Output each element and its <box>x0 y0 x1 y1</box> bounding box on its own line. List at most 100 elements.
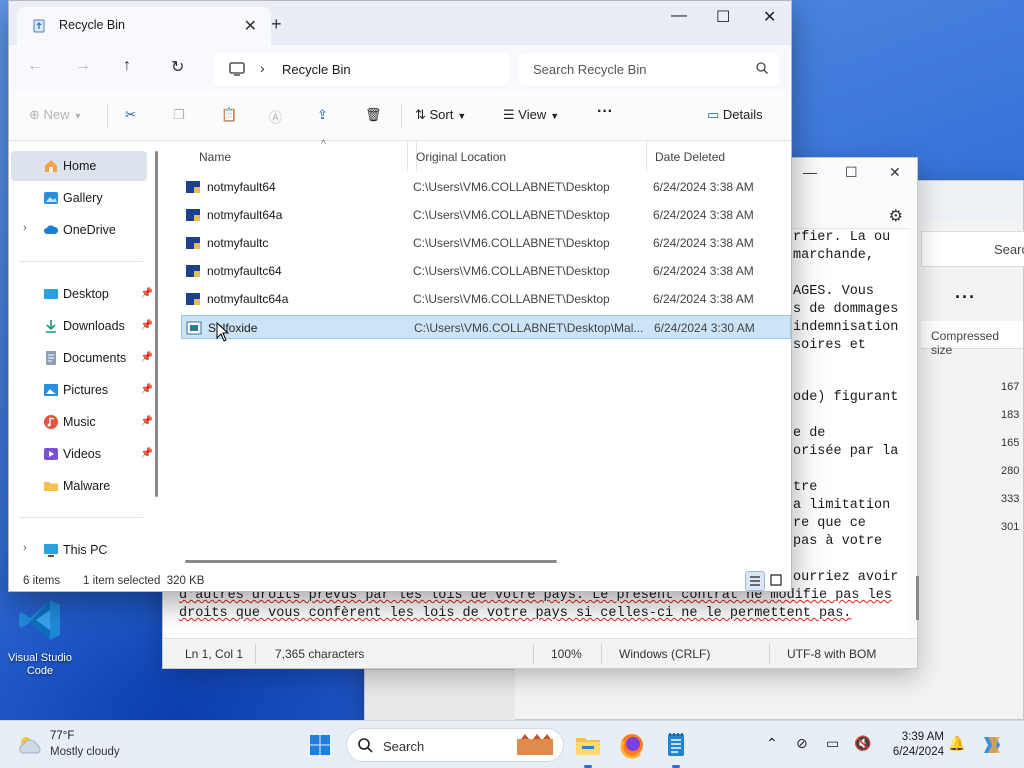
application-icon <box>186 293 200 305</box>
maximize-icon[interactable]: ☐ <box>716 7 730 27</box>
up-icon[interactable]: ↑ <box>123 57 131 75</box>
encoding[interactable]: UTF-8 with BOM <box>787 647 876 661</box>
network-disconnected-icon[interactable]: ⊘ <box>796 735 808 752</box>
minimize-icon[interactable]: — <box>803 164 817 180</box>
volume-muted-icon[interactable]: 🔇 <box>854 735 871 752</box>
notepad-icon[interactable] <box>660 729 692 761</box>
sidebar-item-desktop[interactable]: Desktop 📌 <box>11 279 153 309</box>
horizontal-scrollbar[interactable] <box>185 560 557 563</box>
sidebar-item-malware[interactable]: Malware <box>11 471 147 501</box>
background-search[interactable]: Searc <box>921 231 1024 267</box>
table-row[interactable]: notmyfault64a C:\Users\VM6.COLLABNET\Des… <box>181 203 791 227</box>
file-explorer-window[interactable]: Recycle Bin ✕ + — ☐ ✕ ← → ↑ ↻ › Recycle … <box>8 0 792 592</box>
sidebar-item-pictures[interactable]: Pictures 📌 <box>11 375 153 405</box>
application-icon <box>186 237 200 249</box>
notepad-scrollbar[interactable] <box>916 576 919 620</box>
share-icon[interactable]: ⇪ <box>317 107 328 123</box>
sidebar-item-home[interactable]: Home <box>11 151 147 181</box>
forward-icon[interactable]: → <box>75 57 91 75</box>
breadcrumb-item[interactable]: Recycle Bin <box>282 62 351 77</box>
refresh-icon[interactable]: ↻ <box>171 57 184 77</box>
line-ending[interactable]: Windows (CRLF) <box>619 647 710 661</box>
sidebar-item-label: Music <box>63 415 96 429</box>
maximize-icon[interactable]: ☐ <box>845 164 858 181</box>
copilot-icon[interactable] <box>978 731 1006 759</box>
view-label: View <box>518 107 547 122</box>
sidebar-item-downloads[interactable]: Downloads 📌 <box>11 311 153 341</box>
column-header-name[interactable]: ^ Name <box>191 139 417 171</box>
pin-icon[interactable]: 📌 <box>141 320 153 331</box>
minimize-icon[interactable]: — <box>671 7 687 25</box>
close-icon[interactable]: ✕ <box>889 164 901 181</box>
sidebar-item-label: Gallery <box>63 191 103 205</box>
details-button[interactable]: ▭ Details <box>707 107 763 123</box>
table-row[interactable]: notmyfaultc64 C:\Users\VM6.COLLABNET\Des… <box>181 259 791 283</box>
chevron-right-icon[interactable]: › <box>23 542 27 554</box>
search-input[interactable]: Search Recycle Bin <box>519 53 779 85</box>
sidebar-item-label: Malware <box>63 479 111 493</box>
original-location: C:\Users\VM6.COLLABNET\Desktop <box>413 208 610 222</box>
tiles-view-button[interactable] <box>767 571 787 591</box>
sidebar-item-music[interactable]: Music 📌 <box>11 407 153 437</box>
table-row-selected[interactable]: Sulfoxide C:\Users\VM6.COLLABNET\Desktop… <box>181 315 791 339</box>
pin-icon[interactable]: 📌 <box>141 384 153 395</box>
home-icon <box>45 160 57 172</box>
zoom-level[interactable]: 100% <box>551 647 582 661</box>
text-line: indemnisation <box>793 320 899 335</box>
sidebar-item-documents[interactable]: Documents 📌 <box>11 343 153 373</box>
settings-gear-icon[interactable]: ⚙ <box>889 206 903 226</box>
view-button[interactable]: ☰ View ▼ <box>503 107 559 123</box>
date-deleted: 6/24/2024 3:30 AM <box>654 321 755 335</box>
column-header-date-deleted[interactable]: Date Deleted <box>647 141 791 171</box>
column-header-compressed-size[interactable]: Compressed size <box>921 321 1023 357</box>
pin-icon[interactable]: 📌 <box>141 448 153 459</box>
notification-bell-icon[interactable]: 🔔 <box>948 735 965 752</box>
sidebar-item-this-pc[interactable]: › This PC <box>11 535 147 565</box>
back-icon[interactable]: ← <box>27 57 43 75</box>
time: 3:39 AM <box>901 731 944 743</box>
paste-icon[interactable]: 📋 <box>221 107 237 123</box>
weather-widget[interactable]: 77°F Mostly cloudy <box>16 729 146 763</box>
breadcrumb[interactable]: › Recycle Bin <box>214 53 509 85</box>
details-view-button[interactable] <box>745 571 765 591</box>
sidebar-item-label: Desktop <box>63 287 109 301</box>
navigation-scrollbar[interactable] <box>155 151 158 497</box>
firefox-icon[interactable] <box>616 729 648 761</box>
pin-icon[interactable]: 📌 <box>141 416 153 427</box>
delete-icon[interactable]: 🗑 <box>365 107 382 123</box>
size-value: 333 <box>1001 493 1020 505</box>
chevron-right-icon[interactable]: › <box>260 60 265 76</box>
copy-icon[interactable]: ❐ <box>173 107 185 123</box>
table-row[interactable]: notmyfaultc64a C:\Users\VM6.COLLABNET\De… <box>181 287 791 311</box>
cut-icon[interactable]: ✂ <box>125 107 136 123</box>
more-options-icon[interactable]: ··· <box>955 287 976 308</box>
pin-icon[interactable]: 📌 <box>141 352 153 363</box>
chevron-right-icon[interactable]: › <box>23 222 27 234</box>
sidebar-item-videos[interactable]: Videos 📌 <box>11 439 153 469</box>
tab-recycle-bin[interactable]: Recycle Bin ✕ <box>17 7 271 45</box>
text-line: droits que vous confèrent les lois de vo… <box>179 606 852 621</box>
chevron-up-icon[interactable]: ⌃ <box>766 735 778 752</box>
column-header-original-location[interactable]: Original Location <box>407 141 647 171</box>
sidebar-item-onedrive[interactable]: › OneDrive <box>11 215 147 245</box>
desktop-icon-vscode[interactable]: Visual Studio Code <box>4 596 76 678</box>
table-row[interactable]: notmyfault64 C:\Users\VM6.COLLABNET\Desk… <box>181 175 791 199</box>
new-button[interactable]: ⊕ New ▼ <box>29 107 82 123</box>
start-windows-icon[interactable] <box>304 729 336 761</box>
sidebar-item-gallery[interactable]: Gallery <box>11 183 147 213</box>
clock[interactable]: 3:39 AM 6/24/2024 <box>880 730 944 760</box>
sort-button[interactable]: ⇅ Sort ▼ <box>415 107 466 123</box>
pin-icon[interactable]: 📌 <box>141 288 153 299</box>
new-tab-icon[interactable]: + <box>271 14 282 35</box>
application-icon <box>186 181 200 193</box>
display-icon[interactable]: ▭ <box>826 735 839 752</box>
table-row[interactable]: notmyfaultc C:\Users\VM6.COLLABNET\Deskt… <box>181 231 791 255</box>
taskbar-search[interactable]: Search <box>346 728 564 762</box>
size-value: 280 <box>1001 465 1020 477</box>
rename-icon[interactable]: Ⓐ <box>269 107 282 126</box>
text-line: ourriez avoir <box>793 570 899 585</box>
close-icon[interactable]: ✕ <box>763 7 776 27</box>
file-explorer-icon[interactable] <box>572 729 604 761</box>
more-options-icon[interactable]: ··· <box>597 103 613 121</box>
close-tab-icon[interactable]: ✕ <box>244 16 257 36</box>
